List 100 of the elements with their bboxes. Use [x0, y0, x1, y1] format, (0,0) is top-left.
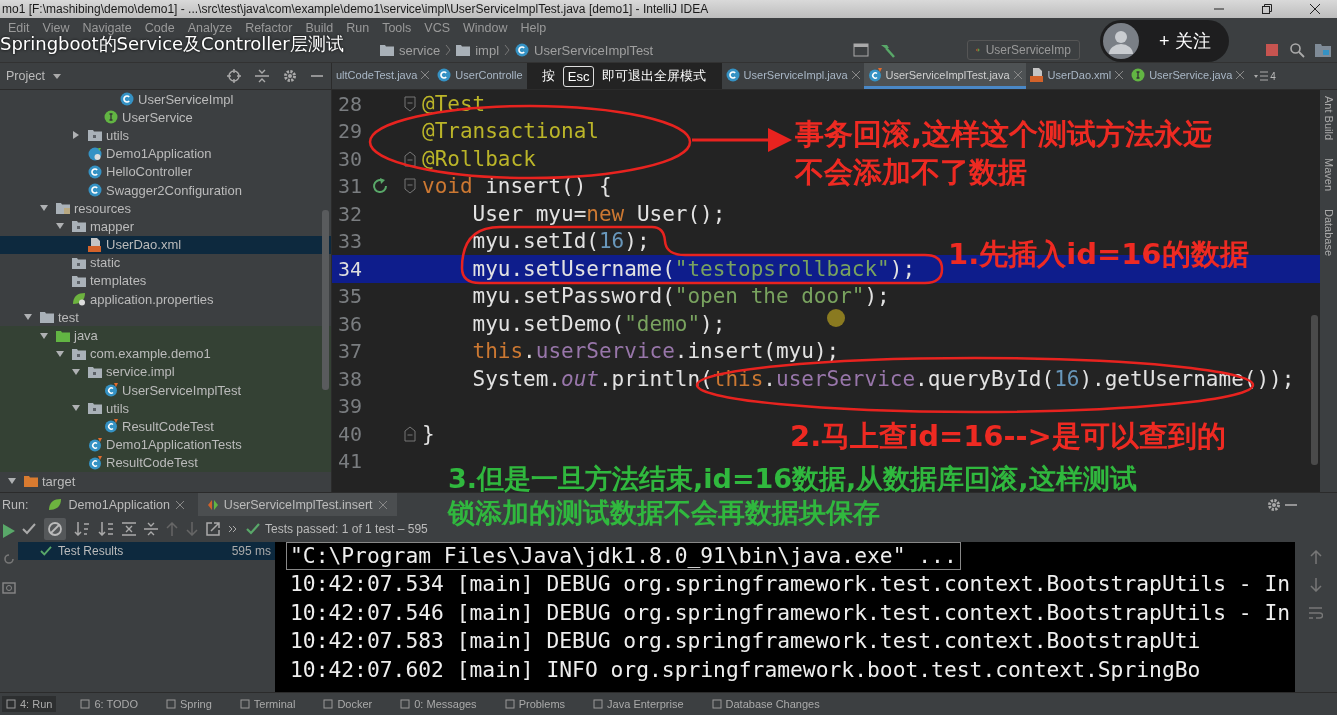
editor-tab[interactable]: UserServiceImplTest.java [863, 63, 1026, 89]
tree-item[interactable]: Demo1Application [0, 144, 331, 163]
run-icon[interactable] [3, 524, 15, 538]
double-chevron-icon[interactable] [228, 525, 238, 533]
down-arrow-icon[interactable] [1310, 578, 1322, 592]
window-icon[interactable] [853, 43, 869, 57]
collapsed-arrow-icon[interactable] [72, 131, 80, 140]
run-configuration-dropdown[interactable]: UserServiceImp [967, 40, 1080, 60]
fold-end-icon[interactable] [404, 425, 416, 442]
menu-item[interactable]: Tools [382, 21, 412, 35]
fold-start-icon[interactable] [404, 178, 416, 195]
tree-item[interactable]: ResultCodeTest [0, 417, 331, 436]
tree-item[interactable]: UserService [0, 108, 331, 127]
tree-item[interactable]: UserServiceImplTest [0, 381, 331, 400]
expanded-arrow-icon[interactable] [40, 204, 48, 213]
menu-item[interactable]: View [42, 21, 70, 35]
collapse-all-icon[interactable] [144, 522, 158, 536]
expanded-arrow-icon[interactable] [56, 222, 64, 231]
tool-window-button[interactable]: 4: Run [2, 696, 57, 712]
tree-item[interactable]: templates [0, 271, 331, 291]
tool-window-button[interactable]: Java Enterprise [589, 696, 688, 712]
tool-window-button[interactable]: 0: Messages [396, 696, 481, 712]
tree-item[interactable]: utils [0, 126, 331, 145]
search-icon[interactable] [1289, 42, 1305, 58]
menu-item[interactable]: Navigate [82, 21, 132, 35]
fold-start-icon[interactable] [404, 95, 416, 112]
minimize-panel-icon[interactable] [311, 74, 323, 78]
expanded-arrow-icon[interactable] [56, 349, 64, 358]
tree-item[interactable]: target [0, 471, 331, 491]
tool-window-button[interactable]: Problems [500, 696, 570, 712]
project-structure-icon[interactable] [1315, 42, 1331, 58]
collapse-all-icon[interactable] [255, 69, 269, 83]
expanded-arrow-icon[interactable] [40, 331, 48, 340]
tool-window-button[interactable]: Terminal [235, 696, 300, 712]
expanded-arrow-icon[interactable] [72, 367, 80, 376]
menu-item[interactable]: Window [463, 21, 508, 35]
editor-tab[interactable]: ultCodeTest.java [332, 63, 434, 89]
run-tab[interactable]: UserServiceImplTest.insert [197, 493, 397, 516]
settings-icon[interactable] [1267, 497, 1281, 512]
up-arrow-icon[interactable] [1310, 550, 1322, 564]
menu-item[interactable]: Help [520, 21, 547, 35]
minimize-panel-icon[interactable] [1285, 502, 1297, 507]
tree-item[interactable]: Swagger2Configuration [0, 180, 331, 200]
expanded-arrow-icon[interactable] [72, 404, 80, 413]
breadcrumb[interactable]: UserServiceImplTest [534, 42, 654, 58]
menu-item[interactable]: Refactor [245, 21, 293, 35]
menu-item[interactable]: Edit [8, 21, 30, 35]
menu-item[interactable]: Analyze [187, 21, 233, 35]
check-icon[interactable] [22, 523, 36, 535]
expand-all-icon[interactable] [122, 522, 136, 536]
sort-duration-icon[interactable] [98, 522, 114, 536]
tree-item[interactable]: test [0, 308, 331, 327]
expanded-arrow-icon[interactable] [24, 313, 32, 322]
tree-item[interactable]: UserDao.xml [0, 235, 331, 254]
editor-tab[interactable]: UserDao.xml [1025, 63, 1128, 89]
tree-item[interactable]: static [0, 253, 331, 272]
tree-item[interactable]: resources [0, 199, 331, 218]
tree-item[interactable]: application.properties [0, 290, 331, 309]
menu-item[interactable]: Build [305, 21, 334, 35]
rerun-icon[interactable] [2, 552, 16, 566]
wrap-icon[interactable] [1309, 606, 1323, 620]
scrollbar[interactable] [1311, 315, 1318, 465]
tool-window-button[interactable]: Ant Build [1322, 96, 1335, 141]
tool-window-button[interactable]: Database Changes [707, 696, 824, 712]
breadcrumb[interactable]: impl [475, 42, 500, 58]
tree-item[interactable]: utils [0, 399, 331, 418]
project-view-selector[interactable]: Project [6, 69, 61, 83]
no-entry-icon[interactable] [47, 521, 63, 537]
tree-item[interactable]: mapper [0, 217, 331, 236]
tab-list-button[interactable]: 4 [1248, 63, 1282, 89]
tree-item[interactable]: UserServiceImpl [0, 90, 331, 109]
fold-end-icon[interactable] [404, 150, 416, 167]
test-result-item[interactable]: Test Results 595 ms [18, 542, 275, 560]
settings-icon[interactable] [283, 69, 297, 83]
camera-icon[interactable] [2, 580, 16, 594]
tree-item[interactable]: HelloController [0, 162, 331, 181]
menu-item[interactable]: Code [144, 21, 175, 35]
hammer-icon[interactable] [879, 42, 897, 58]
restore-icon[interactable] [1261, 3, 1273, 15]
tool-window-button[interactable]: Docker [319, 696, 377, 712]
tool-window-button[interactable]: 6: TODO [76, 696, 143, 712]
follow-button[interactable]: + 关注 [1100, 20, 1229, 62]
target-icon[interactable] [227, 69, 241, 83]
tree-item[interactable]: java [0, 326, 331, 345]
sort-icon[interactable] [74, 522, 90, 536]
close-icon[interactable] [1309, 3, 1321, 15]
expanded-arrow-icon[interactable] [8, 477, 16, 486]
tool-window-button[interactable]: Database [1322, 209, 1335, 257]
breadcrumb[interactable]: service [399, 42, 441, 58]
scrollbar[interactable] [322, 210, 329, 390]
editor-tab[interactable]: UserControlle [433, 63, 527, 89]
tool-window-button[interactable]: Spring [162, 696, 216, 712]
editor-tab[interactable]: UserServiceImpl.java [721, 63, 864, 89]
stop-icon[interactable] [1265, 43, 1279, 57]
export-icon[interactable] [206, 522, 220, 536]
menu-item[interactable]: Run [346, 21, 370, 35]
run-tab[interactable]: Demo1Application [38, 493, 194, 516]
tool-window-button[interactable]: Maven [1322, 158, 1335, 192]
editor-tab[interactable]: UserService.java [1127, 63, 1249, 89]
menu-item[interactable]: VCS [424, 21, 450, 35]
